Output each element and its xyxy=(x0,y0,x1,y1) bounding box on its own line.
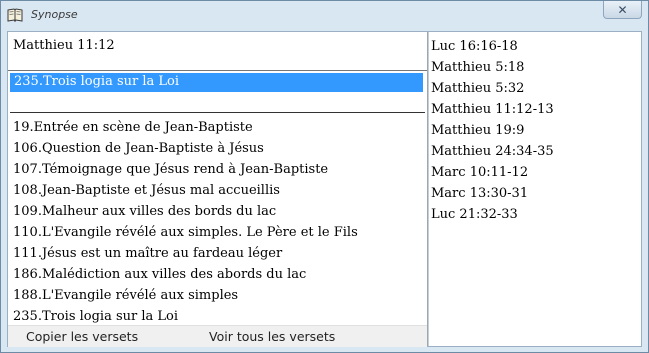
title-bar[interactable]: Synopse ✕ xyxy=(1,1,648,29)
pericope-list: 19.Entrée en scène de Jean-Baptiste 106.… xyxy=(13,117,423,327)
list-item[interactable]: Matthieu 19:9 xyxy=(431,120,554,141)
show-all-verses-button[interactable]: Voir tous les versets xyxy=(209,328,335,345)
parallel-references-panel: Luc 16:16-18 Matthieu 5:18 Matthieu 5:32… xyxy=(428,32,642,346)
left-panel: Matthieu 11:12 235.Trois logia sur la Lo… xyxy=(8,32,428,347)
reference-input[interactable]: Matthieu 11:12 xyxy=(8,32,427,71)
list-item[interactable]: Marc 13:30-31 xyxy=(431,183,554,204)
list-item[interactable]: Matthieu 11:12-13 xyxy=(431,99,554,120)
window-title: Synopse xyxy=(31,8,78,21)
selected-pericope-label: 235.Trois logia sur la Loi xyxy=(14,74,180,89)
divider xyxy=(10,112,425,113)
list-item[interactable]: 186.Malédiction aux villes des abords du… xyxy=(13,264,423,285)
close-button[interactable]: ✕ xyxy=(603,1,642,19)
list-item[interactable]: Matthieu 5:32 xyxy=(431,78,554,99)
list-item[interactable]: 235.Trois logia sur la Loi xyxy=(13,306,423,327)
list-item[interactable]: 110.L'Evangile révélé aux simples. Le Pè… xyxy=(13,222,423,243)
list-item[interactable]: Luc 16:16-18 xyxy=(431,36,554,57)
list-item[interactable]: 111.Jésus est un maître au fardeau léger xyxy=(13,243,423,264)
list-item[interactable]: Matthieu 5:18 xyxy=(431,57,554,78)
parallel-references-list: Luc 16:16-18 Matthieu 5:18 Matthieu 5:32… xyxy=(431,36,554,225)
bottom-toolbar: Copier les versets Voir tous les versets xyxy=(8,325,427,347)
list-item[interactable]: 19.Entrée en scène de Jean-Baptiste xyxy=(13,117,423,138)
list-item[interactable]: Marc 10:11-12 xyxy=(431,162,554,183)
list-item[interactable]: Luc 21:32-33 xyxy=(431,204,554,225)
list-item[interactable]: 109.Malheur aux villes des bords du lac xyxy=(13,201,423,222)
list-item[interactable]: 188.L'Evangile révélé aux simples xyxy=(13,285,423,306)
copy-verses-button[interactable]: Copier les versets xyxy=(26,328,138,345)
list-item[interactable]: Matthieu 24:34-35 xyxy=(431,141,554,162)
selected-pericope-row[interactable]: 235.Trois logia sur la Loi xyxy=(10,73,423,92)
list-item[interactable]: 108.Jean-Baptiste et Jésus mal accueilli… xyxy=(13,180,423,201)
reference-value: Matthieu 11:12 xyxy=(13,38,115,53)
client-area: Matthieu 11:12 235.Trois logia sur la Lo… xyxy=(7,31,642,347)
book-icon xyxy=(7,7,23,23)
close-icon: ✕ xyxy=(617,2,628,17)
list-item[interactable]: 106.Question de Jean-Baptiste à Jésus xyxy=(13,138,423,159)
list-item[interactable]: 107.Témoignage que Jésus rend à Jean-Bap… xyxy=(13,159,423,180)
synopse-window: Synopse ✕ Matthieu 11:12 235.Trois logia… xyxy=(0,0,649,353)
